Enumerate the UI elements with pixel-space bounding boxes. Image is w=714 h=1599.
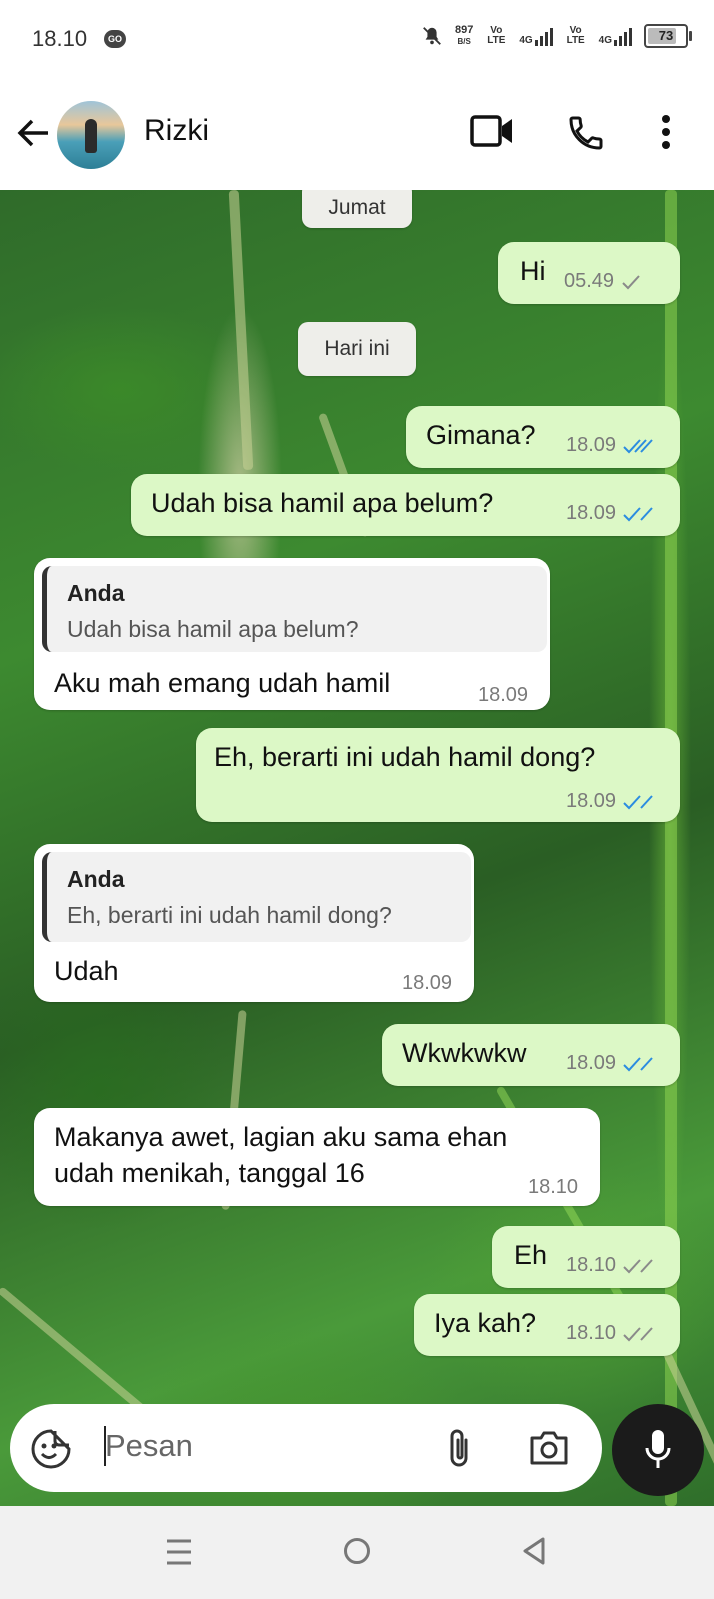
message-incoming[interactable]: Makanya awet, lagian aku sama ehan udah …	[34, 1108, 600, 1206]
net-speed: 897 B/S	[455, 25, 473, 47]
quote-text: Eh, berarti ini udah hamil dong?	[67, 902, 392, 928]
message-text-line-1: Makanya awet, lagian aku sama ehan	[54, 1122, 508, 1152]
status-time: 18.10	[32, 26, 88, 51]
message-incoming[interactable]: Anda Udah bisa hamil apa belum? Aku mah …	[34, 558, 550, 710]
go-app-badge-icon: GO	[104, 30, 126, 48]
message-time: 05.49	[564, 270, 615, 292]
back-arrow-icon[interactable]	[16, 115, 52, 151]
message-meta: 18.10	[566, 1322, 654, 1345]
message-text: Eh, berarti ini udah hamil dong?	[214, 742, 596, 772]
battery-level: 73	[658, 28, 674, 43]
contact-avatar[interactable]	[57, 101, 125, 169]
message-meta: 05.49	[564, 270, 642, 293]
message-time: 18.09	[566, 434, 617, 456]
quote-text: Udah bisa hamil apa belum?	[67, 616, 359, 642]
camera-icon[interactable]	[528, 1430, 570, 1466]
mute-bell-icon	[423, 27, 441, 45]
message-meta: 18.09	[566, 434, 654, 457]
quote-author: Anda	[67, 580, 125, 606]
message-outgoing[interactable]: Wkwkwkw 18.09	[382, 1024, 680, 1086]
system-nav-bar	[0, 1506, 714, 1599]
message-time: 18.10	[566, 1254, 617, 1276]
message-time: 18.10	[528, 1176, 579, 1198]
net-speed-value: 897	[454, 24, 474, 36]
home-icon[interactable]	[343, 1537, 371, 1565]
chat-header: Rizki	[0, 80, 714, 190]
back-icon[interactable]	[522, 1537, 546, 1565]
net-speed-unit: B/S	[457, 37, 471, 46]
quote-author: Anda	[67, 866, 125, 892]
double-check-read-icon	[623, 506, 653, 521]
sim2-volte: Vo LTE	[566, 25, 585, 46]
sim2-network-type: 4G	[598, 35, 612, 46]
quoted-message[interactable]: Anda Udah bisa hamil apa belum?	[42, 566, 547, 652]
message-text-line-2: udah menikah, tanggal 16	[54, 1158, 365, 1188]
double-check-icon	[623, 1258, 653, 1273]
quoted-message[interactable]: Anda Eh, berarti ini udah hamil dong?	[42, 852, 471, 942]
more-vert-icon[interactable]	[660, 114, 672, 150]
video-call-icon[interactable]	[470, 114, 514, 148]
signal-bars-icon	[534, 26, 553, 46]
message-text: Iya kah?	[434, 1308, 537, 1338]
message-meta: 18.09	[566, 790, 654, 813]
message-time: 18.10	[566, 1322, 617, 1344]
message-outgoing[interactable]: Hi 05.49	[498, 242, 680, 304]
status-bar: 18.10 GO 897 B/S Vo LTE 4G Vo LTE 4G 73	[0, 0, 714, 80]
message-text: Aku mah emang udah hamil	[54, 668, 391, 698]
message-time: 18.09	[402, 972, 453, 994]
sim2-signal: 4G	[599, 26, 632, 46]
sim1-volte: Vo LTE	[487, 25, 506, 46]
message-meta: 18.10	[566, 1254, 654, 1277]
message-outgoing[interactable]: Eh, berarti ini udah hamil dong? 18.09	[196, 728, 680, 822]
contact-name[interactable]: Rizki	[144, 114, 209, 148]
sim1-network-type: 4G	[519, 35, 533, 46]
message-time: 18.09	[566, 502, 617, 524]
message-incoming[interactable]: Anda Eh, berarti ini udah hamil dong? Ud…	[34, 844, 474, 1002]
message-time: 18.09	[566, 790, 617, 812]
message-text: Wkwkwkw	[402, 1038, 527, 1068]
phone-icon[interactable]	[566, 113, 606, 153]
message-text: Udah bisa hamil apa belum?	[151, 488, 494, 518]
message-outgoing[interactable]: Udah bisa hamil apa belum? 18.09	[131, 474, 680, 536]
chat-area[interactable]: Jumat Hi 05.49 Hari ini Gimana? 18.09 Ud…	[0, 190, 714, 1506]
date-chip: Hari ini	[298, 322, 416, 376]
attach-icon[interactable]	[444, 1426, 474, 1470]
double-check-read-icon	[623, 438, 653, 453]
message-text: Gimana?	[426, 420, 536, 450]
message-text: Eh	[514, 1240, 548, 1270]
single-check-icon	[622, 274, 640, 289]
message-outgoing[interactable]: Iya kah? 18.10	[414, 1294, 680, 1356]
date-chip: Jumat	[302, 190, 412, 228]
message-meta: 18.09	[566, 1052, 654, 1075]
mic-icon	[645, 1430, 671, 1468]
message-meta: 18.09	[566, 502, 654, 525]
message-composer[interactable]: Pesan	[10, 1404, 602, 1492]
message-outgoing[interactable]: Gimana? 18.09	[406, 406, 680, 468]
double-check-read-icon	[623, 794, 653, 809]
message-text: Udah	[54, 956, 119, 986]
sticker-icon[interactable]	[30, 1428, 72, 1470]
battery-icon: 73	[644, 24, 692, 48]
message-time: 18.09	[478, 684, 529, 706]
message-input[interactable]: Pesan	[105, 1428, 193, 1464]
status-icons: 897 B/S Vo LTE 4G Vo LTE 4G 73	[421, 24, 692, 48]
recents-icon[interactable]	[166, 1538, 192, 1566]
mic-button[interactable]	[612, 1404, 704, 1496]
message-text: Hi	[520, 256, 546, 286]
double-check-read-icon	[623, 1056, 653, 1071]
signal-bars-icon	[614, 26, 632, 46]
double-check-icon	[623, 1326, 653, 1341]
sim1-signal: 4G	[519, 26, 553, 46]
message-time: 18.09	[566, 1052, 617, 1074]
message-outgoing[interactable]: Eh 18.10	[492, 1226, 680, 1288]
